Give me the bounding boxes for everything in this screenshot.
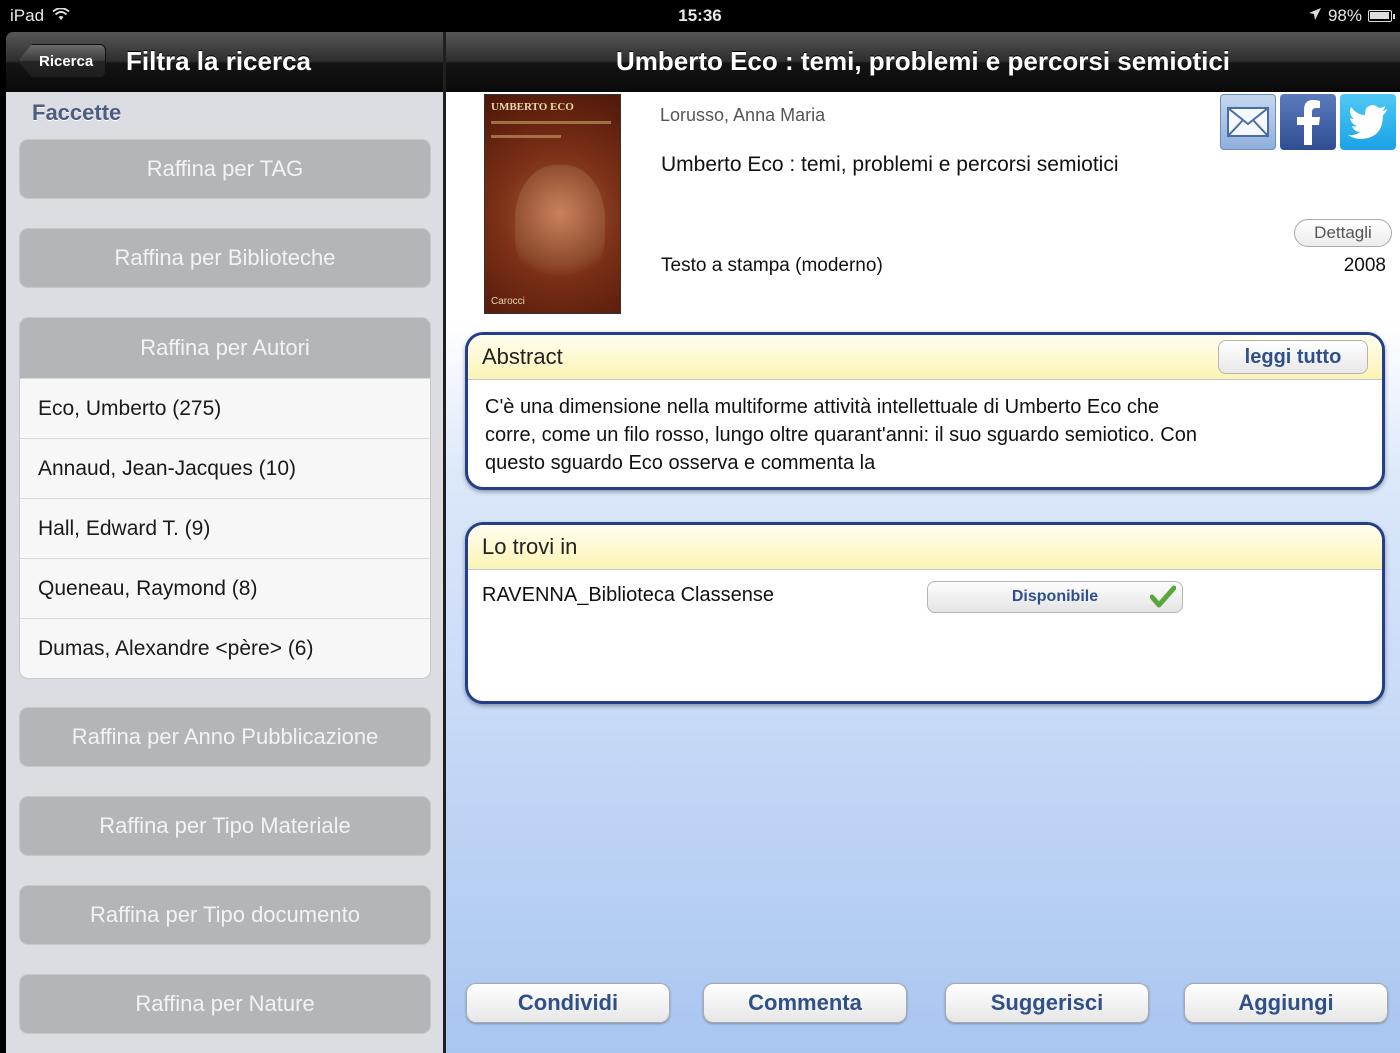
read-all-button[interactable]: leggi tutto [1218, 340, 1368, 374]
facebook-icon[interactable] [1280, 94, 1336, 150]
details-button[interactable]: Dettagli [1294, 219, 1392, 247]
abstract-panel: Abstract leggi tutto C'è una dimensione … [465, 332, 1385, 490]
facet-button-document-type[interactable]: Raffina per Tipo documento [19, 885, 431, 945]
cover-publisher: Carocci [491, 296, 525, 307]
library-name: RAVENNA_Biblioteca Classense [482, 584, 774, 606]
record-year: 2008 [1343, 255, 1386, 276]
availability-button[interactable]: Disponibile [927, 581, 1183, 613]
author-list-item[interactable]: Eco, Umberto (275) [20, 378, 430, 438]
facet-button-authors[interactable]: Raffina per Autori [20, 318, 430, 378]
abstract-text: C'è una dimensione nella multiforme atti… [485, 396, 1197, 474]
record-detail: UMBERTO ECO Carocci Lorusso, Anna Maria … [446, 92, 1400, 1053]
back-button[interactable]: Ricerca [18, 44, 107, 78]
record-material-type: Testo a stampa (moderno) [661, 255, 883, 276]
facet-button-tag[interactable]: Raffina per TAG [19, 139, 431, 199]
status-time: 15:36 [678, 6, 722, 25]
location-panel: Lo trovi in RAVENNA_Biblioteca Classense… [465, 522, 1385, 704]
mail-icon[interactable] [1220, 94, 1276, 150]
location-header: Lo trovi in [468, 525, 1382, 570]
abstract-header: Abstract leggi tutto [468, 335, 1382, 380]
record-author: Lorusso, Anna Maria [660, 105, 826, 125]
battery-percent: 98% [1327, 6, 1362, 25]
suggest-button[interactable]: Suggerisci [945, 983, 1149, 1023]
abstract-header-label: Abstract [482, 344, 563, 369]
battery-icon [1368, 10, 1395, 22]
facet-button-nature[interactable]: Raffina per Nature [19, 974, 431, 1034]
status-bar: iPad 15:36 98% [0, 0, 1400, 32]
location-arrow-icon [1308, 6, 1322, 26]
authors-facet-list: Raffina per Autori Eco, Umberto (275) An… [19, 317, 431, 679]
comment-button[interactable]: Commenta [703, 983, 907, 1023]
facet-button-year[interactable]: Raffina per Anno Pubblicazione [19, 707, 431, 767]
twitter-icon[interactable] [1340, 94, 1396, 150]
book-cover-image: UMBERTO ECO Carocci [484, 94, 621, 314]
facet-button-material-type[interactable]: Raffina per Tipo Materiale [19, 796, 431, 856]
author-list-item[interactable]: Hall, Edward T. (9) [20, 498, 430, 558]
left-panel-title: Filtra la ricerca [126, 46, 311, 76]
cover-portrait [515, 165, 605, 285]
facets-section-label: Faccette [32, 100, 122, 125]
record-page-title: Umberto Eco : temi, problemi e percorsi … [615, 46, 1231, 76]
share-button[interactable]: Condividi [466, 983, 670, 1023]
add-button[interactable]: Aggiungi [1184, 983, 1388, 1023]
author-list-item[interactable]: Queneau, Raymond (8) [20, 558, 430, 618]
author-list-item[interactable]: Annaud, Jean-Jacques (10) [20, 438, 430, 498]
check-icon [1149, 585, 1177, 614]
cover-subtitle-line [491, 135, 561, 138]
author-list-item[interactable]: Dumas, Alexandre <père> (6) [20, 618, 430, 678]
facets-panel: Faccette Raffina per TAG Raffina per Bib… [6, 92, 443, 1053]
availability-status: Disponibile [1011, 588, 1099, 605]
facet-button-libraries[interactable]: Raffina per Biblioteche [19, 228, 431, 288]
left-navigation-bar: Ricerca Filtra la ricerca [6, 32, 443, 92]
cover-subtitle-line [491, 121, 611, 124]
cover-title: UMBERTO ECO [491, 101, 574, 113]
right-navigation-bar: Umberto Eco : temi, problemi e percorsi … [446, 32, 1400, 92]
record-title: Umberto Eco : temi, problemi e percorsi … [661, 153, 1119, 176]
location-header-label: Lo trovi in [482, 534, 578, 559]
